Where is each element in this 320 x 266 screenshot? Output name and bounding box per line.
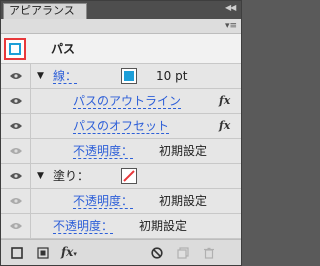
panel-bottom-toolbar: fx▾ [1, 239, 241, 265]
clear-appearance-icon[interactable] [151, 247, 163, 259]
stroke-row[interactable]: ▼ 線： 10 pt [1, 64, 241, 89]
stroke-opacity-label[interactable]: 不透明度： [73, 144, 134, 159]
fill-opacity-label[interactable]: 不透明度： [73, 194, 134, 209]
panel-menubar: ▾≡ [1, 19, 241, 34]
fill-none-swatch[interactable] [121, 168, 137, 184]
object-opacity-label[interactable]: 不透明度： [53, 219, 114, 234]
fill-opacity-row[interactable]: 不透明度： 初期設定 [1, 189, 241, 214]
effect-offset-path-label[interactable]: パスのオフセット [73, 119, 170, 134]
fill-opacity-value: 初期設定 [159, 194, 208, 208]
eye-icon [10, 223, 22, 229]
opacity-visibility-toggle[interactable] [1, 214, 31, 238]
add-new-effect-icon[interactable]: fx▾ [61, 245, 77, 259]
eye-icon [10, 98, 22, 104]
collapse-panel-icon[interactable]: ◀◀ [225, 3, 239, 13]
effect-outline-path-label[interactable]: パスのアウトライン [73, 94, 182, 109]
effect-row[interactable]: パスのアウトライン fx [1, 89, 241, 114]
object-type-label: パス [51, 42, 76, 56]
expand-arrow-icon[interactable]: ▼ [37, 171, 47, 181]
fill-label[interactable]: 塗り： [53, 169, 89, 183]
panel-title-tab[interactable]: アピアランス [3, 3, 87, 19]
stroke-thumbnail-icon [4, 38, 26, 60]
eye-icon [10, 198, 22, 204]
stroke-weight[interactable]: 10 pt [156, 69, 187, 83]
stroke-visibility-toggle[interactable] [1, 64, 31, 88]
opacity-visibility-toggle[interactable] [1, 139, 31, 163]
expand-arrow-icon[interactable]: ▼ [37, 71, 47, 81]
fill-visibility-toggle[interactable] [1, 164, 31, 188]
duplicate-item-icon[interactable] [177, 247, 189, 259]
effect-visibility-toggle[interactable] [1, 89, 31, 113]
object-header-row[interactable]: パス [1, 34, 241, 64]
add-new-fill-icon[interactable] [37, 247, 49, 259]
object-opacity-value: 初期設定 [139, 219, 188, 233]
eye-icon [10, 173, 22, 179]
add-new-stroke-icon[interactable] [11, 247, 23, 259]
stroke-color-swatch[interactable] [121, 68, 137, 84]
effect-row[interactable]: パスのオフセット fx [1, 114, 241, 139]
panel-menu-icon[interactable]: ▾≡ [225, 20, 239, 32]
trash-icon[interactable] [203, 247, 215, 259]
stroke-label[interactable]: 線： [53, 69, 78, 84]
fill-row[interactable]: ▼ 塗り： [1, 164, 241, 189]
fx-icon[interactable]: fx [219, 94, 230, 107]
effect-visibility-toggle[interactable] [1, 114, 31, 138]
panel-title: アピアランス [9, 4, 75, 17]
object-opacity-row[interactable]: 不透明度： 初期設定 [1, 214, 241, 239]
eye-icon [10, 73, 22, 79]
eye-icon [10, 148, 22, 154]
eye-icon [10, 123, 22, 129]
appearance-panel: アピアランス ◀◀ ▾≡ パス ▼ 線： 10 pt パスのアウトライン fx [0, 0, 242, 266]
fx-icon[interactable]: fx [219, 119, 230, 132]
stroke-opacity-value: 初期設定 [159, 144, 208, 158]
stroke-opacity-row[interactable]: 不透明度： 初期設定 [1, 139, 241, 164]
panel-titlebar: アピアランス ◀◀ [1, 1, 241, 19]
opacity-visibility-toggle[interactable] [1, 189, 31, 213]
